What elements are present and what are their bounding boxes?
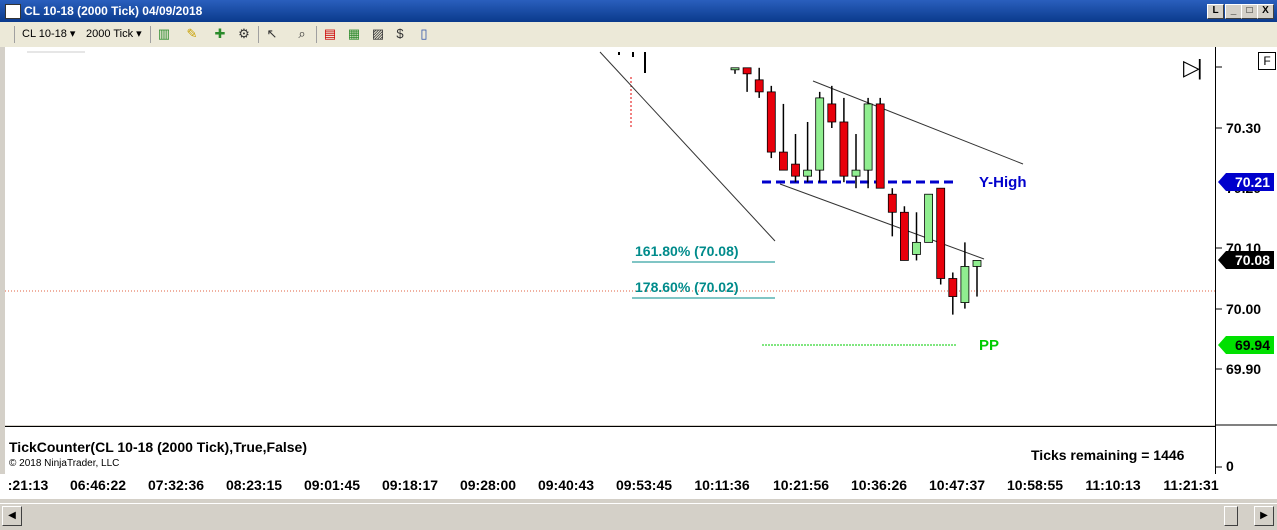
candle-body-up: [730, 67, 740, 71]
candle-body-up: [851, 169, 861, 177]
pages-icon[interactable]: ▯: [416, 26, 432, 42]
chart-toolbar: CL 10-18 ▾ 2000 Tick ▾ ▥ ✎ ✚ ⚙ ↖ ⌕ ▤ ▦ ▨…: [0, 22, 1277, 48]
candle-body-down: [791, 163, 800, 177]
candles-group: [730, 67, 982, 315]
data-box-icon[interactable]: ▦: [346, 26, 362, 42]
candle-body-up: [815, 97, 825, 171]
minimize-button[interactable]: _: [1225, 4, 1242, 19]
close-button[interactable]: X: [1257, 4, 1274, 19]
time-label: 10:47:37: [928, 477, 986, 493]
time-label: 10:21:56: [772, 477, 830, 493]
scroll-left-button[interactable]: ◀: [2, 506, 22, 526]
chevron-down-icon: ▾: [136, 28, 142, 40]
link-button[interactable]: L: [1207, 4, 1224, 19]
candle-body-up: [960, 266, 970, 303]
candlestick-chart: [5, 51, 1215, 346]
price-label-70-00: 70.00: [1226, 301, 1262, 317]
tick-counter-panel[interactable]: TickCounter(CL 10-18 (2000 Tick),True,Fa…: [5, 426, 1215, 475]
candle-body-down: [779, 151, 788, 171]
scroll-right-button[interactable]: ▶: [1254, 506, 1274, 526]
window-title-bar[interactable]: CL 10-18 (2000 Tick) 04/09/2018 L _ □ X: [0, 0, 1277, 22]
window-title: CL 10-18 (2000 Tick) 04/09/2018: [24, 4, 203, 18]
horizontal-scrollbar[interactable]: ◀ ▶: [0, 503, 1277, 526]
time-label: 09:40:43: [537, 477, 595, 493]
trend-line-left: [599, 51, 776, 242]
fib-178-label: 178.60% (70.02): [635, 279, 739, 295]
y-high-label: Y-High: [979, 174, 1027, 191]
toolbar-separator: [316, 26, 317, 43]
maximize-button[interactable]: □: [1241, 4, 1258, 19]
time-label: 09:01:45: [303, 477, 361, 493]
toolbar-separator: [14, 26, 15, 43]
chart-app-icon: [5, 4, 21, 19]
candle-body-down: [948, 278, 958, 297]
candle-body-down: [936, 187, 946, 279]
candle-body-up: [972, 260, 982, 267]
indicator-name: TickCounter(CL 10-18 (2000 Tick),True,Fa…: [9, 439, 308, 455]
candle-body-down: [875, 103, 885, 189]
current-price-tag: 70.08: [1218, 251, 1274, 269]
candle-body-down: [827, 103, 837, 123]
price-label-69-90: 69.90: [1226, 361, 1262, 377]
candle-body-up: [912, 241, 921, 255]
time-label: :21:13: [7, 477, 49, 493]
instrument-selector[interactable]: CL 10-18 ▾: [22, 26, 75, 43]
candle-body-down: [839, 121, 849, 177]
cursor-icon[interactable]: ↖: [264, 26, 280, 42]
candle-body-up: [803, 169, 812, 177]
bar-type-icon[interactable]: ▥: [156, 26, 172, 42]
properties-icon[interactable]: $: [392, 26, 408, 42]
candle-body-down: [887, 193, 897, 213]
time-label: 10:36:26: [850, 477, 908, 493]
chevron-down-icon: ▾: [69, 28, 76, 40]
candle-body-down: [742, 67, 752, 75]
price-label-70-30: 70.30: [1226, 120, 1262, 136]
toolbar-separator: [150, 26, 151, 43]
trend-channel-lower: [779, 183, 985, 260]
candle-body-up: [924, 193, 933, 243]
time-label: 11:10:13: [1085, 477, 1141, 493]
candle-body-up: [863, 103, 873, 171]
copyright-text: © 2018 NinjaTrader, LLC: [9, 458, 120, 469]
time-label: 06:46:22: [69, 477, 127, 493]
price-chart-panel[interactable]: 161.80% (70.08) 178.60% (70.02) Y-High P…: [5, 47, 1215, 425]
zoom-icon[interactable]: ⌕: [294, 26, 310, 42]
candle-body-down: [766, 91, 776, 153]
add-indicator-icon[interactable]: ✚: [212, 26, 228, 42]
chevron-left-icon: ◀: [8, 510, 16, 521]
interval-label: 2000 Tick: [86, 28, 134, 40]
time-label: 10:58:55: [1006, 477, 1064, 493]
toolbar-separator: [258, 26, 259, 43]
candle-body-down: [754, 79, 764, 93]
time-label: 09:53:45: [615, 477, 673, 493]
pp-label: PP: [979, 337, 1000, 354]
time-axis[interactable]: :21:13 06:46:22 07:32:36 08:23:15 09:01:…: [0, 474, 1277, 499]
time-label: 09:28:00: [459, 477, 517, 493]
time-label: 08:23:15: [225, 477, 283, 493]
chevron-right-icon: ▶: [1260, 510, 1268, 521]
interval-selector[interactable]: 2000 Tick ▾: [86, 26, 142, 43]
chart-style-icon[interactable]: ▤: [322, 26, 338, 42]
indicator-axis-zero: 0: [1226, 458, 1234, 474]
chart-trader-icon[interactable]: ▨: [370, 26, 386, 42]
time-label: 07:32:36: [147, 477, 205, 493]
pp-price-tag: 69.94: [1218, 336, 1274, 354]
instrument-label: CL 10-18: [22, 28, 67, 40]
price-axis[interactable]: F 70.30 70.20 70.10 70.00 69.90 70.21 70…: [1215, 47, 1277, 474]
fib-161-label: 161.80% (70.08): [635, 243, 739, 259]
candle-body-down: [900, 211, 909, 261]
drawing-pencil-icon[interactable]: ✎: [184, 26, 200, 42]
scrollbar-thumb[interactable]: [1224, 506, 1238, 526]
time-label: 11:21:31: [1163, 477, 1219, 493]
ticks-remaining: Ticks remaining = 1446: [1031, 447, 1185, 463]
time-label: 10:11:36: [694, 477, 750, 493]
y-high-price-tag: 70.21: [1218, 173, 1274, 191]
time-label: 09:18:17: [381, 477, 439, 493]
play-icon[interactable]: ▷|: [1183, 55, 1203, 81]
strategy-icon[interactable]: ⚙: [236, 26, 252, 42]
